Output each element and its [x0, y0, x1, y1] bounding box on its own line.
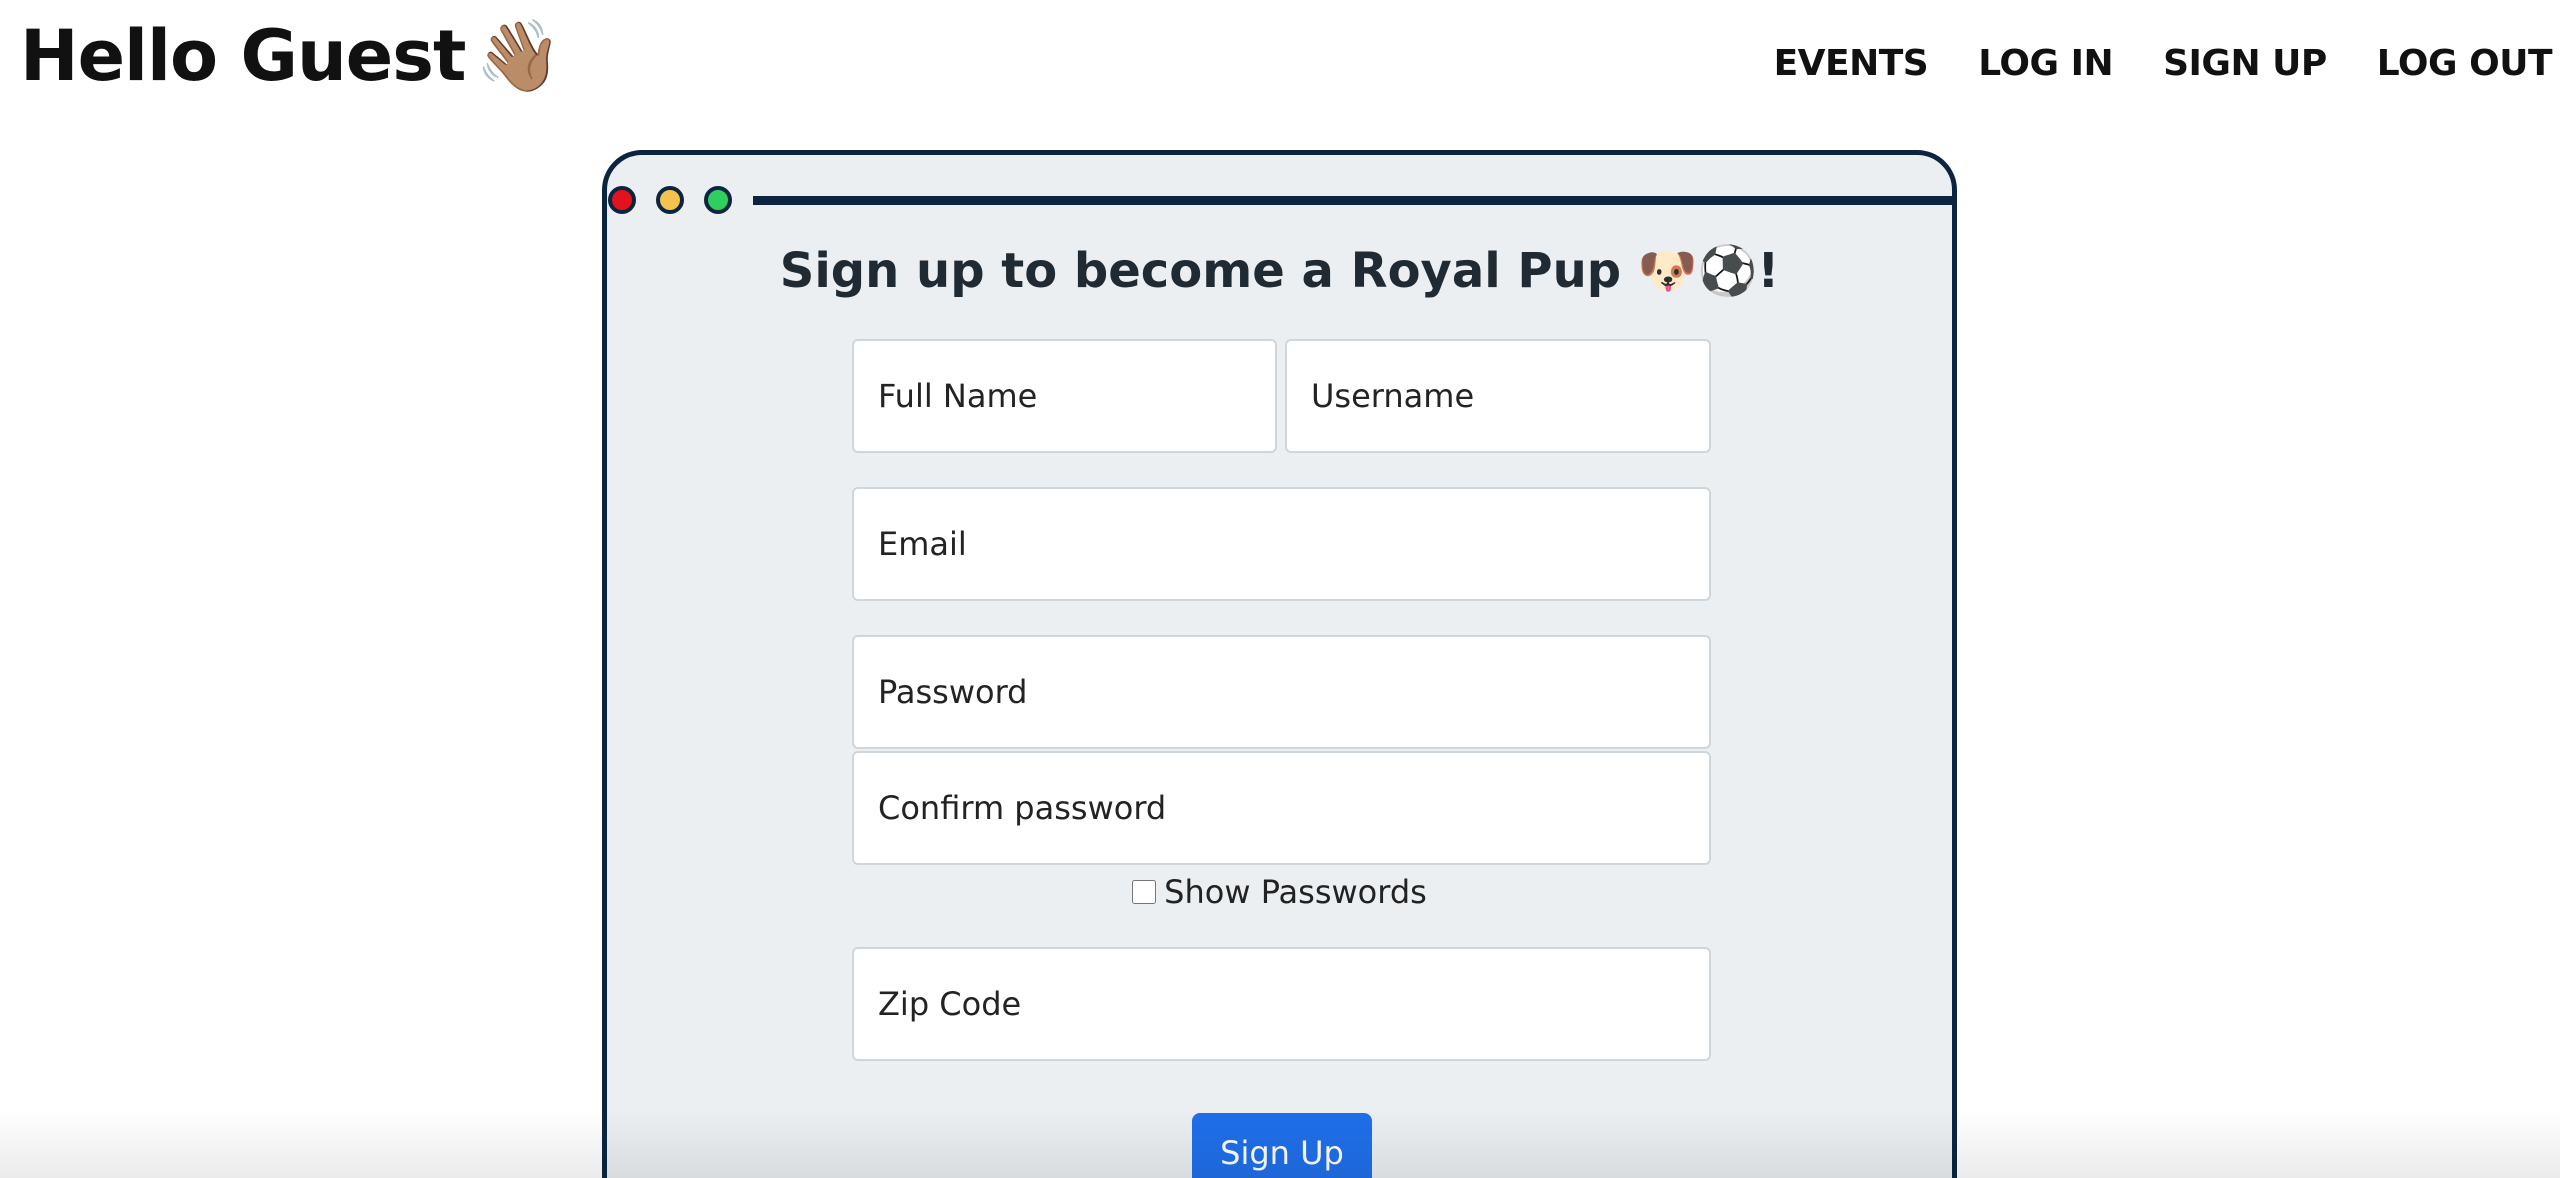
zip-code-input[interactable]	[852, 947, 1711, 1061]
username-input[interactable]	[1285, 339, 1711, 453]
top-header: Hello Guest 👋🏽 EVENTS LOG IN SIGN UP LOG …	[0, 0, 2560, 130]
nav-events-link[interactable]: EVENTS	[1774, 40, 1929, 88]
confirm-password-input[interactable]	[852, 751, 1711, 865]
window-maximize-dot-icon	[704, 186, 732, 214]
signup-form-title: Sign up to become a Royal Pup 🐶⚽!	[779, 243, 1780, 299]
window-titlebar-line	[753, 196, 1952, 205]
waving-hand-emoji: 👋🏽	[475, 15, 562, 97]
window-close-dot-icon	[608, 186, 636, 214]
page: Hello Guest 👋🏽 EVENTS LOG IN SIGN UP LOG …	[0, 0, 2560, 1178]
nav-log-out-link[interactable]: LOG OUT	[2377, 40, 2553, 88]
greeting-heading: Hello Guest 👋🏽	[20, 14, 563, 98]
sign-up-button[interactable]: Sign Up	[1192, 1113, 1372, 1178]
nav-sign-up-link[interactable]: SIGN UP	[2163, 40, 2327, 88]
greeting-text: Hello Guest	[20, 15, 466, 97]
show-passwords-checkbox[interactable]	[1132, 880, 1157, 904]
nav-log-in-link[interactable]: LOG IN	[1978, 40, 2113, 88]
window-minimize-dot-icon	[656, 186, 684, 214]
email-input[interactable]	[852, 487, 1711, 601]
show-passwords-label: Show Passwords	[1164, 873, 1427, 911]
show-passwords-toggle[interactable]: Show Passwords	[607, 873, 1952, 911]
signup-window-card: Sign up to become a Royal Pup 🐶⚽! Show P…	[602, 150, 1957, 1178]
main-nav: EVENTS LOG IN SIGN UP LOG OUT	[1774, 40, 2553, 88]
full-name-input[interactable]	[852, 339, 1277, 453]
password-input[interactable]	[852, 635, 1711, 749]
